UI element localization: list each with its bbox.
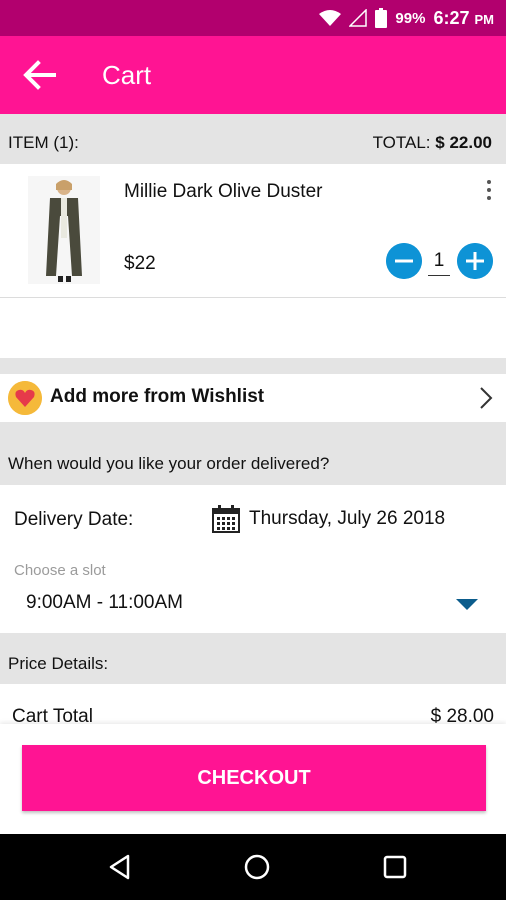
delivery-question: When would you like your order delivered… [8,454,330,473]
item-count: ITEM (1): [8,133,79,152]
system-nav-bar [0,834,506,900]
slot-hint: Choose a slot [14,562,106,579]
nav-home-icon[interactable] [243,853,271,881]
total-label: TOTAL: [372,133,431,152]
nav-back-icon[interactable] [106,853,134,881]
product-price: $22 [124,253,156,274]
status-icons: 99% 6:27 PM [319,0,494,36]
slot-value: 9:00AM - 11:00AM [26,592,184,613]
wifi-icon [319,10,342,26]
calendar-icon[interactable] [212,505,240,533]
slot-dropdown[interactable]: 9:00AM - 11:00AM [0,583,506,625]
add-from-wishlist-row[interactable]: Add more from Wishlist [0,374,506,422]
status-bar: 99% 6:27 PM [0,0,506,36]
dropdown-arrow-icon [456,599,478,610]
delivery-card: Delivery Date: Thursday, July 26 2018 Ch… [0,485,506,633]
cart-total-header: TOTAL: $ 22.00 [373,133,492,153]
signal-icon [349,9,368,27]
app-bar: Cart [0,36,506,114]
heart-icon [8,381,42,415]
checkout-button[interactable]: CHECKOUT [22,745,486,811]
cart-item: Millie Dark Olive Duster $22 1 [0,164,506,358]
decrease-quantity-button[interactable] [386,243,422,279]
back-arrow-icon[interactable] [20,58,60,92]
price-details-heading: Price Details: [8,654,109,673]
chevron-right-icon [480,387,493,409]
page-title: Cart [102,60,152,90]
checkout-bar: CHECKOUT [0,724,506,834]
product-name[interactable]: Millie Dark Olive Duster [124,181,322,203]
total-value: $ 22.00 [435,133,492,152]
battery-percent: 99% [395,9,426,27]
divider [0,297,506,298]
product-image[interactable] [28,176,100,284]
nav-recent-apps-icon[interactable] [381,853,409,881]
battery-icon [375,8,388,28]
more-options-icon[interactable] [482,178,496,204]
wishlist-label: Add more from Wishlist [50,386,265,407]
clock: 6:27 PM [433,7,494,28]
increase-quantity-button[interactable] [457,243,493,279]
quantity-value[interactable]: 1 [428,250,450,276]
delivery-date-value[interactable]: Thursday, July 26 2018 [249,508,445,530]
delivery-date-label: Delivery Date: [14,509,134,530]
cart-summary: ITEM (1): TOTAL: $ 22.00 [0,114,506,164]
